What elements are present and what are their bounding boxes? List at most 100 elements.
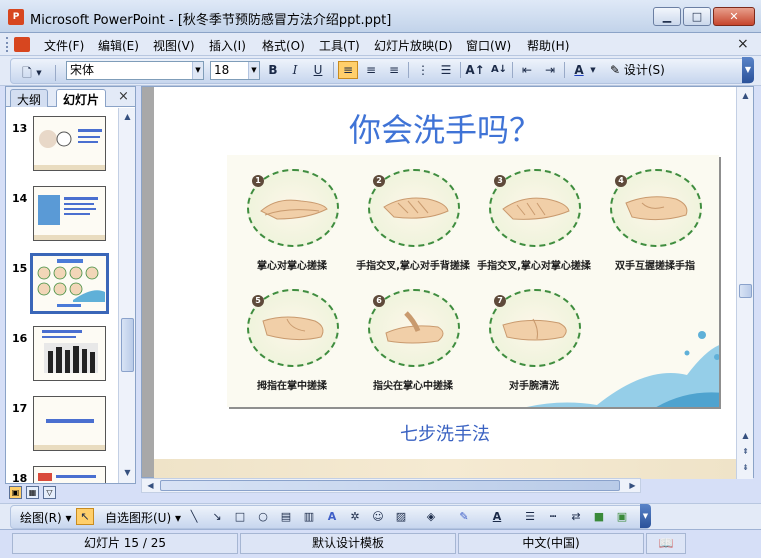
menu-tools[interactable]: 工具(T) xyxy=(319,37,360,54)
slide-preview[interactable] xyxy=(33,326,106,381)
align-right-icon[interactable]: ≡ xyxy=(384,61,404,79)
line-icon[interactable]: ╲ xyxy=(185,508,203,525)
shadow-icon[interactable]: ■ xyxy=(590,508,608,525)
slide-vertical-scrollbar[interactable]: ▲ ▲ ⇞ ⇟ xyxy=(736,87,753,479)
draw-menu-button[interactable]: 绘图(R) ▾ xyxy=(20,509,72,526)
autoshapes-button[interactable]: 自选图形(U) ▾ xyxy=(105,509,181,526)
align-left-icon[interactable]: ≡ xyxy=(338,61,358,79)
close-pane-icon[interactable]: × xyxy=(118,89,129,104)
arrow-icon[interactable]: ↘ xyxy=(208,508,226,525)
decrease-font-icon[interactable]: A↓ xyxy=(489,61,509,79)
toolbar-options-icon[interactable]: ▼ xyxy=(640,504,651,528)
chevron-down-icon[interactable]: ▼ xyxy=(192,62,203,79)
font-name-select[interactable]: 宋体 ▼ xyxy=(66,61,204,80)
slide-thumbnail[interactable]: 18 xyxy=(6,464,118,483)
decrease-indent-icon[interactable]: ⇤ xyxy=(517,61,537,79)
slide-sorter-icon[interactable]: ▦ xyxy=(26,486,39,499)
menu-format[interactable]: 格式(O) xyxy=(262,37,305,54)
design-template[interactable]: 默认设计模板 xyxy=(240,533,456,554)
normal-view-icon[interactable]: ▣ xyxy=(9,486,22,499)
handwashing-illustration[interactable]: 1 掌心对掌心搓揉 2 手指交叉,掌心对手背搓揉 3 手指交叉,掌心对掌心搓揉 … xyxy=(227,155,719,407)
design-button[interactable]: ✎ 设计(S) xyxy=(610,61,665,78)
scrollbar-thumb[interactable] xyxy=(121,318,134,372)
arrow-style-icon[interactable]: ⇄ xyxy=(567,508,585,525)
scrollbar-thumb[interactable] xyxy=(160,480,620,491)
language[interactable]: 中文(中国) xyxy=(458,533,644,554)
toolbar-options-icon[interactable]: ▼ xyxy=(742,57,754,83)
bold-button[interactable]: B xyxy=(263,61,283,79)
select-pointer-icon[interactable]: ↖ xyxy=(76,508,94,525)
align-center-icon[interactable]: ≡ xyxy=(361,61,381,79)
menu-edit[interactable]: 编辑(E) xyxy=(98,37,139,54)
close-button[interactable]: ✕ xyxy=(713,7,755,26)
document-icon[interactable] xyxy=(14,37,30,52)
dash-style-icon[interactable]: ┅ xyxy=(544,508,562,525)
chevron-down-icon[interactable]: ▼ xyxy=(588,61,598,79)
underline-button[interactable]: U xyxy=(308,61,328,79)
scroll-left-icon[interactable]: ◀ xyxy=(144,479,157,492)
increase-font-icon[interactable]: A↑ xyxy=(465,61,485,79)
bullets-icon[interactable]: ☰ xyxy=(436,61,456,79)
spell-check-icon[interactable]: 📖 xyxy=(646,533,686,554)
font-color-icon[interactable]: A xyxy=(569,61,589,79)
menu-slideshow[interactable]: 幻灯片放映(D) xyxy=(374,37,453,54)
menu-help[interactable]: 帮助(H) xyxy=(527,37,569,54)
oval-icon[interactable]: ○ xyxy=(254,508,272,525)
line-style-icon[interactable]: ☰ xyxy=(521,508,539,525)
minimize-button[interactable]: ▁ xyxy=(653,7,681,26)
horizontal-scrollbar[interactable]: ◀ ▶ xyxy=(141,478,641,493)
slide-thumbnail[interactable]: 17 xyxy=(6,394,118,460)
3d-style-icon[interactable]: ▣ xyxy=(613,508,631,525)
hands-icon xyxy=(262,316,324,341)
fill-color-icon[interactable]: ◈ xyxy=(422,508,440,525)
picture-icon[interactable]: ▨ xyxy=(392,508,410,525)
clipart-icon[interactable]: ☺ xyxy=(369,508,387,525)
maximize-button[interactable]: □ xyxy=(683,7,711,26)
scroll-down-icon[interactable]: ▲ xyxy=(739,429,752,442)
scroll-down-icon[interactable]: ▼ xyxy=(121,466,134,479)
tab-outline[interactable]: 大纲 xyxy=(10,89,49,107)
slideshow-view-icon[interactable]: ▽ xyxy=(43,486,56,499)
slide-preview[interactable] xyxy=(33,466,106,483)
menu-window[interactable]: 窗口(W) xyxy=(466,37,511,54)
menu-view[interactable]: 视图(V) xyxy=(153,37,195,54)
scroll-up-icon[interactable]: ▲ xyxy=(121,110,134,123)
menu-file[interactable]: 文件(F) xyxy=(44,37,84,54)
diagram-icon[interactable]: ✲ xyxy=(346,508,364,525)
thumbnail-scrollbar[interactable]: ▲ ▼ xyxy=(118,108,135,483)
slide-canvas[interactable]: 你会洗手吗？ 1 掌心对掌心搓揉 2 手指交叉,掌心对手背搓揉 3 手指交叉,掌… xyxy=(154,87,736,479)
textbox-icon[interactable]: ▤ xyxy=(277,508,295,525)
next-slide-icon[interactable]: ⇟ xyxy=(739,461,752,474)
vertical-textbox-icon[interactable]: ▥ xyxy=(300,508,318,525)
slide-thumbnail[interactable]: 16 xyxy=(6,324,118,390)
slide-thumbnail-selected[interactable]: 15 xyxy=(6,253,118,320)
slide-caption[interactable]: 七步洗手法 xyxy=(154,420,736,446)
previous-slide-icon[interactable]: ⇞ xyxy=(739,445,752,458)
slide-preview[interactable] xyxy=(30,253,109,314)
wordart-icon[interactable]: A xyxy=(323,508,341,525)
scrollbar-thumb[interactable] xyxy=(739,284,752,298)
font-size-select[interactable]: 18 ▼ xyxy=(210,61,260,80)
slide-title[interactable]: 你会洗手吗？ xyxy=(154,105,736,151)
slide-preview[interactable] xyxy=(33,186,106,241)
slide-preview[interactable] xyxy=(33,116,106,171)
chevron-down-icon[interactable]: ▼ xyxy=(248,62,259,79)
font-color-icon[interactable]: A xyxy=(488,508,506,525)
menu-insert[interactable]: 插入(I) xyxy=(209,37,246,54)
slide-thumbnail[interactable]: 13 xyxy=(6,114,118,180)
slide-thumbnail[interactable]: 14 xyxy=(6,184,118,250)
line-color-icon[interactable]: ✎ xyxy=(455,508,473,525)
status-bar: 幻灯片 15 / 25 默认设计模板 中文(中国) 📖 xyxy=(0,529,761,558)
scroll-up-icon[interactable]: ▲ xyxy=(739,89,752,102)
chevron-down-icon[interactable]: ▼ xyxy=(33,64,45,82)
toolbar-grip-icon[interactable] xyxy=(6,37,10,52)
numbering-icon[interactable]: ⋮ xyxy=(413,61,433,79)
italic-button[interactable]: I xyxy=(285,61,305,79)
close-document-icon[interactable]: × xyxy=(737,36,749,52)
powerpoint-icon[interactable]: P xyxy=(8,9,24,25)
tab-slides[interactable]: 幻灯片 xyxy=(56,89,107,107)
increase-indent-icon[interactable]: ⇥ xyxy=(540,61,560,79)
scroll-right-icon[interactable]: ▶ xyxy=(626,479,639,492)
rectangle-icon[interactable]: □ xyxy=(231,508,249,525)
slide-preview[interactable] xyxy=(33,396,106,451)
